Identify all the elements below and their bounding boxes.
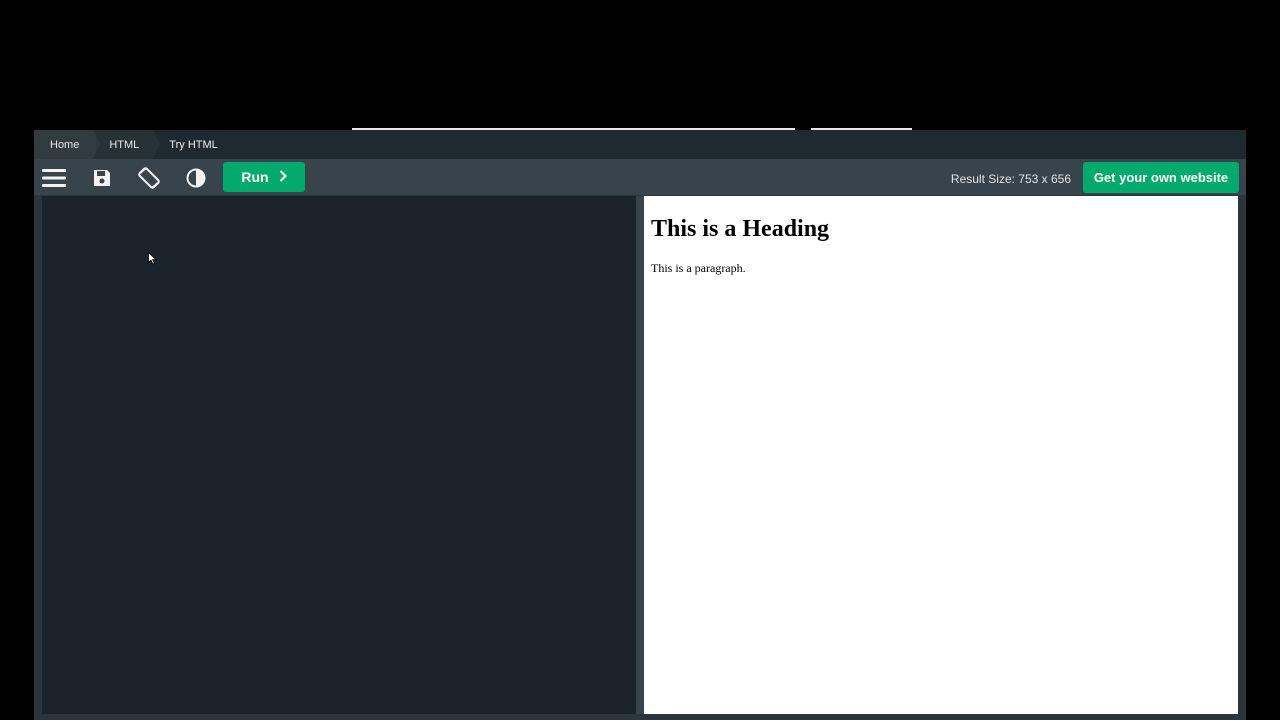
save-icon[interactable] bbox=[88, 164, 116, 192]
run-button-label: Run bbox=[241, 169, 269, 185]
contrast-icon[interactable] bbox=[182, 164, 210, 192]
result-size-label: Result Size: 753 x 656 bbox=[950, 172, 1071, 186]
breadcrumb-html-label: HTML bbox=[109, 138, 140, 151]
toolbar: Run Result Size: 753 x 656 Get your own … bbox=[34, 159, 1246, 195]
breadcrumb-html[interactable]: HTML bbox=[93, 130, 161, 159]
code-editor[interactable] bbox=[42, 196, 636, 714]
result-pane: This is a Heading This is a paragraph. bbox=[644, 196, 1238, 714]
tryit-editor-window: Home HTML Try HTML Run Result Size: 753 … bbox=[34, 130, 1246, 720]
get-own-website-button[interactable]: Get your own website bbox=[1083, 162, 1239, 193]
run-button[interactable]: Run bbox=[223, 162, 305, 192]
breadcrumb-try-html-label: Try HTML bbox=[169, 138, 218, 151]
result-paragraph: This is a paragraph. bbox=[651, 261, 746, 275]
breadcrumb-home-label: Home bbox=[50, 138, 80, 151]
breadcrumb-home[interactable]: Home bbox=[34, 130, 101, 159]
chevron-right-icon bbox=[279, 169, 287, 185]
breadcrumb-try-html[interactable]: Try HTML bbox=[153, 130, 231, 159]
menu-icon[interactable] bbox=[40, 164, 68, 192]
rotate-layout-icon[interactable] bbox=[135, 164, 163, 192]
result-heading: This is a Heading bbox=[651, 216, 830, 242]
pane-divider[interactable] bbox=[636, 196, 644, 714]
breadcrumb: Home HTML Try HTML bbox=[34, 130, 1246, 159]
mouse-cursor-icon bbox=[148, 251, 158, 270]
